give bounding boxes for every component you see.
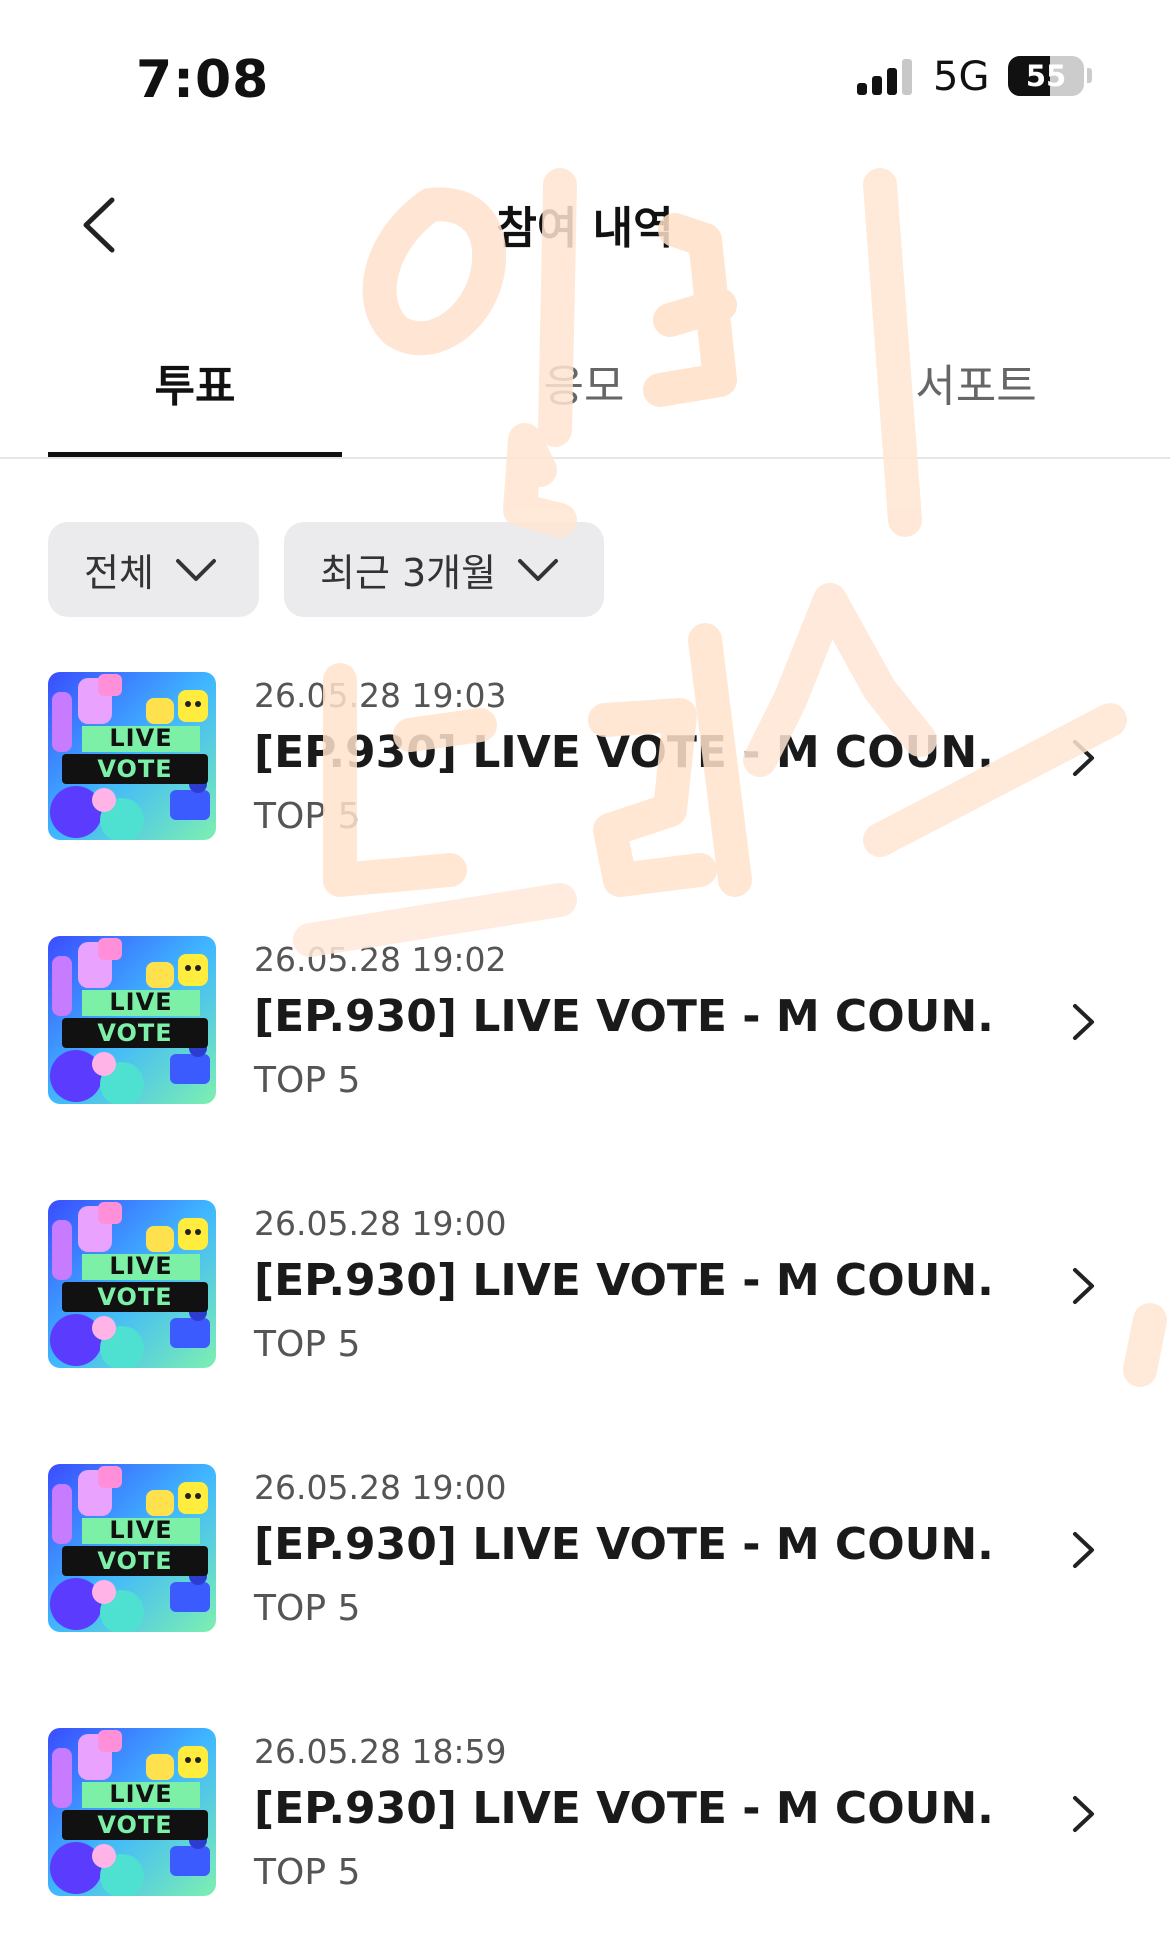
signal-icon	[857, 57, 917, 95]
chevron-right-icon	[1073, 1796, 1094, 1832]
live-vote-thumbnail: LIVE VOTE	[48, 672, 216, 840]
item-title: [EP.930] LIVE VOTE - M COUN...	[254, 727, 994, 778]
tab-support[interactable]: 서포트	[826, 350, 1126, 450]
thumbnail-line2: VOTE	[97, 755, 173, 783]
item-title: [EP.930] LIVE VOTE - M COUN...	[254, 1783, 994, 1834]
tab-vote[interactable]: 투표	[45, 350, 345, 450]
chevron-down-icon	[175, 558, 216, 581]
list-item[interactable]: LIVE VOTE 26.05.28 19:03 [EP.930] LIVE V…	[0, 672, 1170, 872]
list-item[interactable]: LIVE VOTE 26.05.28 19:00 [EP.930] LIVE V…	[0, 1200, 1170, 1400]
thumbnail-line1: LIVE	[109, 1516, 173, 1544]
item-date: 26.05.28 19:00	[254, 1468, 507, 1507]
thumbnail-line1: LIVE	[109, 1780, 173, 1808]
chevron-right-icon	[1073, 1532, 1094, 1568]
item-date: 26.05.28 19:00	[254, 1204, 507, 1243]
item-title: [EP.930] LIVE VOTE - M COUN...	[254, 1255, 994, 1306]
list-item[interactable]: LIVE VOTE 26.05.28 19:02 [EP.930] LIVE V…	[0, 936, 1170, 1136]
thumbnail-line2: VOTE	[97, 1547, 173, 1575]
thumbnail-line2: VOTE	[97, 1283, 173, 1311]
header: 참여 내역	[0, 150, 1170, 300]
item-subtitle: TOP 5	[254, 1588, 361, 1629]
status-time: 7:08	[136, 50, 270, 110]
tab-bar: 투표 응모 서포트	[0, 320, 1170, 460]
chevron-right-icon	[1073, 1268, 1094, 1304]
chevron-right-icon	[1073, 1004, 1094, 1040]
filter-period-label: 최근 3개월	[320, 551, 497, 595]
item-date: 26.05.28 19:02	[254, 940, 507, 979]
item-subtitle: TOP 5	[254, 1324, 361, 1365]
battery-tip	[1087, 68, 1092, 83]
battery-icon: 55	[1008, 56, 1084, 96]
item-subtitle: TOP 5	[254, 1060, 361, 1101]
item-title: [EP.930] LIVE VOTE - M COUN...	[254, 991, 994, 1042]
status-bar: 7:08 5G 55	[0, 0, 1170, 150]
thumbnail-line2: VOTE	[97, 1811, 173, 1839]
chevron-right-icon	[1073, 740, 1094, 776]
participation-history-screen: 7:08 5G 55 참여 내역 투표 응모 서포트 전체 최근 3개월 LIV…	[0, 0, 1170, 1954]
battery-level: 55	[1025, 59, 1067, 93]
tabs-divider	[0, 457, 1170, 459]
filter-type-label: 전체	[84, 551, 154, 595]
item-date: 26.05.28 19:03	[254, 676, 507, 715]
live-vote-thumbnail: LIVE VOTE	[48, 1200, 216, 1368]
filter-type-dropdown[interactable]: 전체	[48, 522, 259, 617]
live-vote-thumbnail: LIVE VOTE	[48, 936, 216, 1104]
thumbnail-line1: LIVE	[109, 988, 173, 1016]
filter-period-dropdown[interactable]: 최근 3개월	[284, 522, 604, 617]
list-item[interactable]: LIVE VOTE 26.05.28 18:59 [EP.930] LIVE V…	[0, 1728, 1170, 1928]
item-date: 26.05.28 18:59	[254, 1732, 507, 1771]
item-subtitle: TOP 5	[254, 796, 361, 837]
page-title: 참여 내역	[496, 203, 674, 254]
item-title: [EP.930] LIVE VOTE - M COUN...	[254, 1519, 994, 1570]
tab-entry[interactable]: 응모	[434, 350, 734, 450]
thumbnail-line2: VOTE	[97, 1019, 173, 1047]
thumbnail-line1: LIVE	[109, 1252, 173, 1280]
list-item[interactable]: LIVE VOTE 26.05.28 19:00 [EP.930] LIVE V…	[0, 1464, 1170, 1664]
network-label: 5G	[933, 54, 990, 100]
chevron-down-icon	[518, 558, 559, 581]
item-subtitle: TOP 5	[254, 1852, 361, 1893]
live-vote-thumbnail: LIVE VOTE	[48, 1728, 216, 1896]
thumbnail-line1: LIVE	[109, 724, 173, 752]
live-vote-thumbnail: LIVE VOTE	[48, 1464, 216, 1632]
